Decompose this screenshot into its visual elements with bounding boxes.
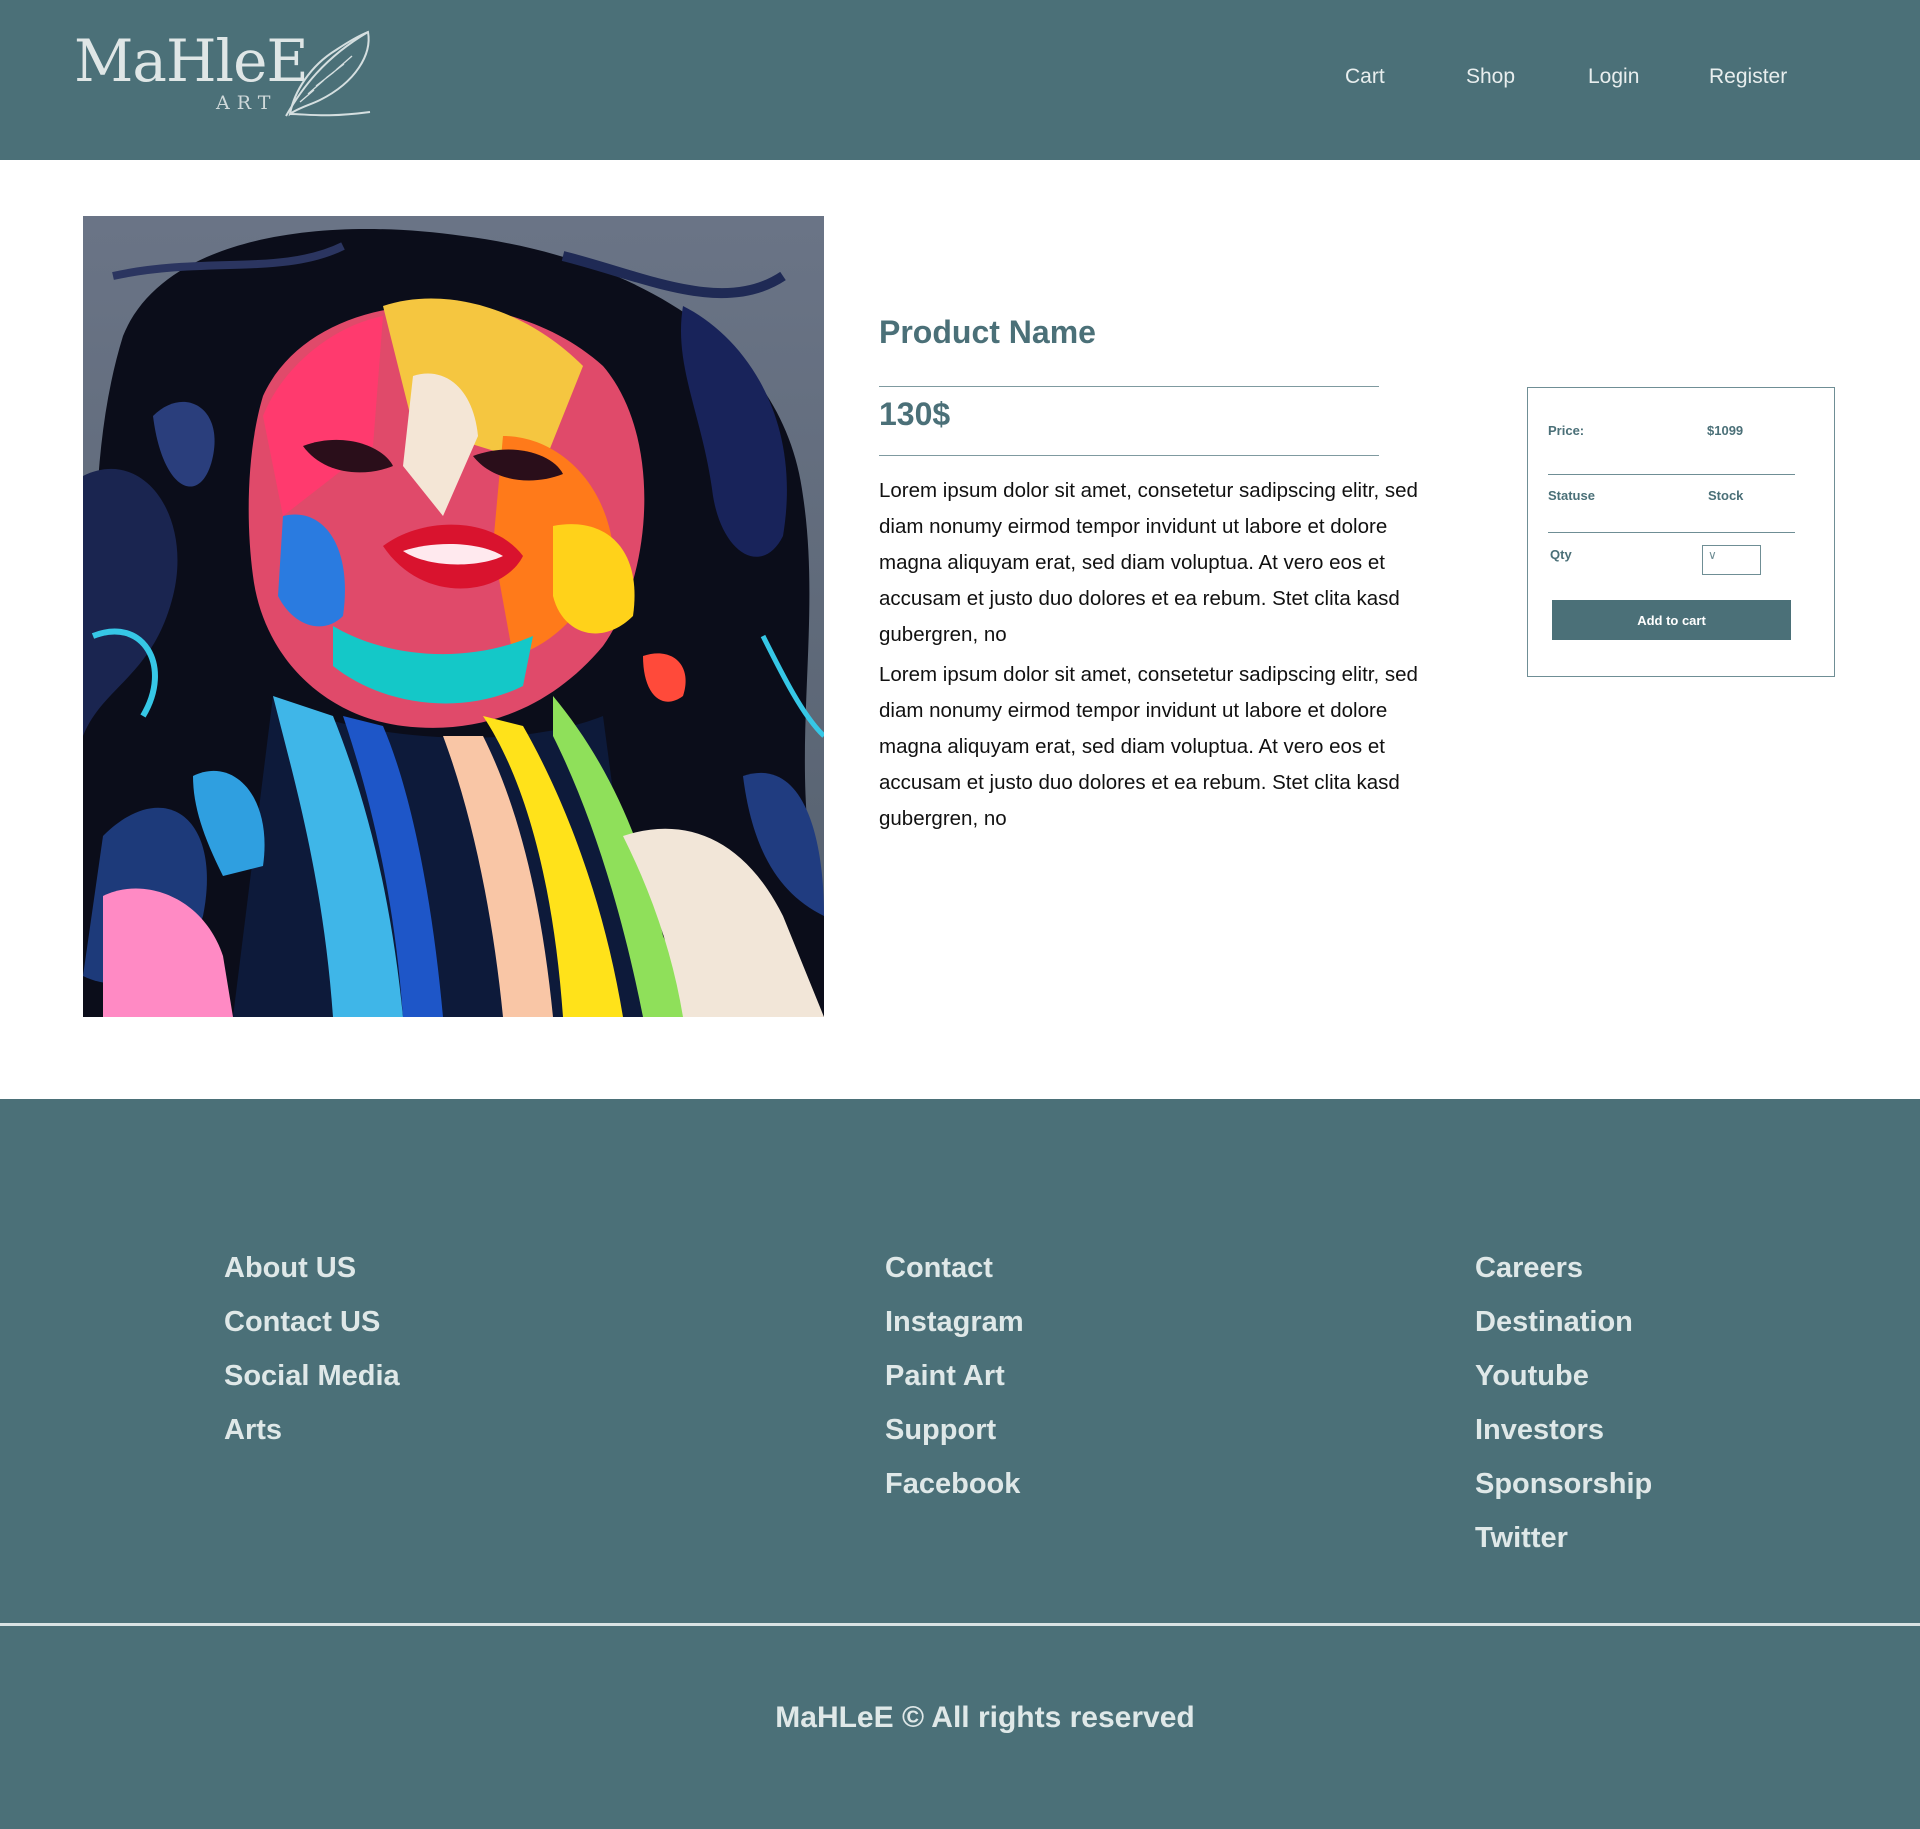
footer-link-arts[interactable]: Arts bbox=[224, 1403, 400, 1457]
price-label: Price: bbox=[1548, 423, 1585, 438]
product-name: Product Name bbox=[879, 314, 1096, 350]
product-description: Lorem ipsum dolor sit amet, consetetur s… bbox=[879, 479, 1418, 646]
footer-link-about-us[interactable]: About US bbox=[224, 1241, 400, 1295]
product-description: Lorem ipsum dolor sit amet, consetetur s… bbox=[879, 663, 1418, 830]
footer-link-careers[interactable]: Careers bbox=[1475, 1241, 1652, 1295]
purchase-box: Price: $1099 Statuse Stock Qty ∨ Add to … bbox=[1527, 387, 1835, 677]
qty-select[interactable]: ∨ bbox=[1702, 545, 1761, 575]
divider bbox=[879, 455, 1379, 456]
add-to-cart-button[interactable]: Add to cart bbox=[1552, 600, 1791, 640]
divider bbox=[1548, 532, 1795, 533]
footer-link-twitter[interactable]: Twitter bbox=[1475, 1511, 1652, 1565]
divider bbox=[879, 386, 1379, 387]
site-header: MaHleE ART Cart Shop Login Register bbox=[0, 0, 1920, 160]
footer-link-youtube[interactable]: Youtube bbox=[1475, 1349, 1652, 1403]
brand-name: MaHleE bbox=[74, 27, 309, 95]
price-value: $1099 bbox=[1707, 423, 1744, 438]
feather-icon bbox=[285, 30, 371, 117]
portrait-painting-image bbox=[83, 216, 824, 1017]
divider bbox=[1548, 474, 1795, 475]
footer-link-contact-us[interactable]: Contact US bbox=[224, 1295, 400, 1349]
footer-column: Careers Destination Youtube Investors Sp… bbox=[1475, 1241, 1652, 1565]
brand-logo[interactable]: MaHleE ART bbox=[74, 28, 374, 120]
footer-link-facebook[interactable]: Facebook bbox=[885, 1457, 1024, 1511]
nav-shop[interactable]: Shop bbox=[1466, 66, 1515, 87]
product-image[interactable] bbox=[83, 216, 824, 1017]
site-footer: About US Contact US Social Media Arts Co… bbox=[0, 1099, 1920, 1829]
footer-column: About US Contact US Social Media Arts bbox=[224, 1241, 400, 1457]
nav-cart[interactable]: Cart bbox=[1345, 66, 1385, 87]
footer-link-investors[interactable]: Investors bbox=[1475, 1403, 1652, 1457]
footer-link-sponsorship[interactable]: Sponsorship bbox=[1475, 1457, 1652, 1511]
product-price: 130$ bbox=[879, 396, 951, 432]
footer-divider bbox=[0, 1623, 1920, 1626]
footer-link-instagram[interactable]: Instagram bbox=[885, 1295, 1024, 1349]
footer-link-paint-art[interactable]: Paint Art bbox=[885, 1349, 1024, 1403]
copyright-text: MaHLeE © All rights reserved bbox=[775, 1701, 1195, 1734]
footer-link-support[interactable]: Support bbox=[885, 1403, 1024, 1457]
footer-column: Contact Instagram Paint Art Support Face… bbox=[885, 1241, 1024, 1511]
brand-sub: ART bbox=[216, 92, 278, 114]
footer-link-contact[interactable]: Contact bbox=[885, 1241, 1024, 1295]
chevron-down-icon: ∨ bbox=[1708, 548, 1717, 562]
status-value: Stock bbox=[1708, 488, 1744, 503]
footer-link-social-media[interactable]: Social Media bbox=[224, 1349, 400, 1403]
nav-register[interactable]: Register bbox=[1709, 66, 1787, 87]
nav-login[interactable]: Login bbox=[1588, 66, 1639, 87]
status-label: Statuse bbox=[1548, 488, 1595, 503]
qty-label: Qty bbox=[1550, 547, 1572, 562]
footer-link-destination[interactable]: Destination bbox=[1475, 1295, 1652, 1349]
